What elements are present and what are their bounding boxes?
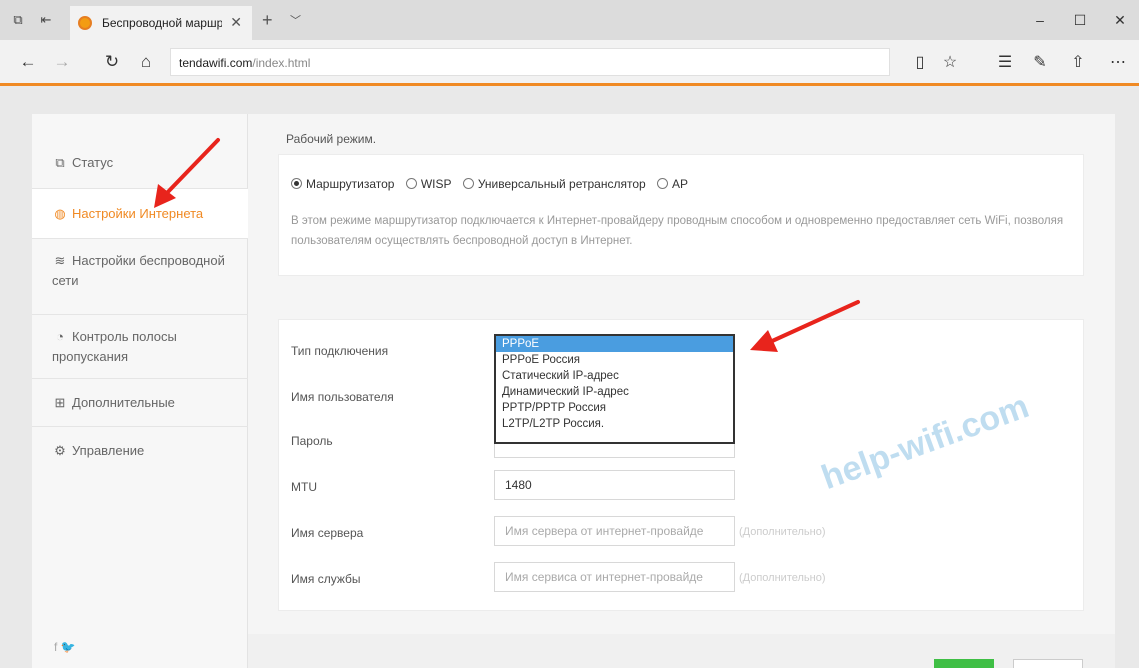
cancel-button[interactable]: Отмена [1013,659,1083,668]
maximize-icon[interactable]: ☐ [1070,12,1090,29]
work-mode-radio-group: Маршрутизатор WISP Универсальный ретранс… [291,177,696,191]
url-path: /index.html [252,56,311,70]
dropdown-option-static-ip[interactable]: Статический IP-адрес [496,368,733,384]
password-label: Пароль [291,434,333,448]
chevron-down-icon[interactable]: ﹀ [290,12,301,28]
sidebar-item-wireless-settings[interactable]: ≋ Настройки беспроводной сети [32,239,248,315]
favorite-star-icon[interactable]: ☆ [940,52,960,72]
ok-button[interactable]: OK [934,659,994,668]
tab-actions-icon[interactable]: ⧉ [10,13,26,27]
annotation-arrow-sidebar [154,138,220,208]
new-tab-icon[interactable]: + [262,10,273,31]
work-mode-description: В этом режиме маршрутизатор подключается… [291,215,1064,247]
work-mode-label: Рабочий режим. [286,132,377,146]
address-toolbar: ← → ↻ ⌂ tendawifi.com/index.html ▯ ☆ ☰ ✎… [0,40,1139,86]
back-icon[interactable]: ← [18,52,38,72]
tab-title: Беспроводной маршру [102,16,222,30]
action-bar: OK Отмена [248,634,1115,668]
more-menu-icon[interactable]: ⋯ [1108,52,1128,72]
pulse-icon: ⧉ [55,155,65,170]
sidebar-item-advanced[interactable]: ⊞ Дополнительные [32,379,248,427]
globe-icon: ◍ [54,206,66,221]
speedometer-icon: ◔ [56,329,64,344]
server-name-label: Имя сервера [291,526,364,540]
router-admin-page: ⧉ Статус ◍ Настройки Интернета ≋ Настройки … [0,89,1139,668]
home-icon[interactable]: ⌂ [136,52,156,72]
tenda-favicon-icon [78,16,92,30]
set-aside-tabs-icon[interactable]: ⇤ [38,13,54,27]
main-content: Рабочий режим. Маршрутизатор WISP Универ… [248,114,1115,668]
connection-type-label: Тип подключения [291,344,389,358]
wifi-icon: ≋ [54,253,66,268]
grid-icon: ⊞ [54,395,66,410]
close-tab-icon[interactable]: ✕ [230,14,242,31]
social-links[interactable]: f 🐦 [54,640,76,654]
radio-universal-repeater[interactable]: Универсальный ретранслятор [462,177,646,191]
share-icon[interactable]: ⇧ [1068,52,1088,72]
pen-notes-icon[interactable]: ✎ [1030,52,1050,72]
server-optional-note: (Дополнительно) [739,526,826,538]
mtu-label: MTU [291,480,317,494]
dropdown-option-l2tp-russia[interactable]: L2TP/L2TP Россия. [496,416,733,432]
dropdown-option-pppoe-russia[interactable]: PPPoE Россия [496,352,733,368]
gear-icon: ⚙ [54,443,66,458]
minimize-icon[interactable]: – [1030,12,1050,28]
service-name-input[interactable]: Имя сервиса от интернет-провайде [494,562,735,592]
radio-wisp[interactable]: WISP [405,177,451,191]
work-mode-panel: Маршрутизатор WISP Универсальный ретранс… [278,154,1084,276]
close-window-icon[interactable]: ✕ [1110,12,1130,29]
username-label: Имя пользователя [291,390,394,404]
forward-icon[interactable]: → [52,52,72,72]
radio-ap[interactable]: AP [657,177,688,191]
refresh-icon[interactable]: ↻ [102,52,122,72]
browser-tab[interactable]: Беспроводной маршру ✕ [70,6,252,40]
server-name-input[interactable]: Имя сервера от интернет-провайде [494,516,735,546]
mtu-input[interactable]: 1480 [494,470,735,500]
radio-router[interactable]: Маршрутизатор [291,177,394,191]
url-host: tendawifi.com [179,56,253,70]
sidebar-item-bandwidth-control[interactable]: ◔ Контроль полосы пропускания [32,315,248,379]
dropdown-option-pptp-russia[interactable]: PPTP/PPTP Россия [496,400,733,416]
service-name-label: Имя службы [291,572,361,586]
annotation-arrow-dropdown [750,300,860,352]
service-optional-note: (Дополнительно) [739,572,826,584]
dropdown-option-pppoe[interactable]: PPPoE [496,336,733,352]
reading-view-icon[interactable]: ▯ [910,52,930,72]
browser-titlebar: ⧉ ⇤ Беспроводной маршру ✕ + ﹀ – ☐ ✕ [0,0,1139,40]
connection-type-dropdown[interactable]: PPPoE PPPoE Россия Статический IP-адрес … [494,334,735,444]
url-bar[interactable]: tendawifi.com/index.html [170,48,890,76]
dropdown-option-dynamic-ip[interactable]: Динамический IP-адрес [496,384,733,400]
sidebar-item-management[interactable]: ⚙ Управление [32,427,248,477]
connection-settings-panel: Тип подключения Имя пользователя Пароль … [278,319,1084,611]
favorites-hub-icon[interactable]: ☰ [995,52,1015,72]
